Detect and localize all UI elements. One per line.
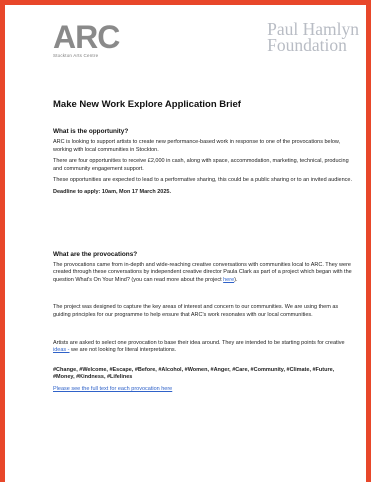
provocations-paragraph-3: Artists are asked to select one provocat… — [53, 340, 353, 355]
provocations-paragraph-1-end: ). — [234, 276, 238, 283]
project-here-link[interactable]: here — [223, 277, 234, 283]
opportunity-paragraph-3: These opportunities are expected to lead… — [53, 177, 353, 184]
provocations-paragraph-1-text: The provocations came from in-depth and … — [53, 261, 352, 283]
deadline-text: Deadline to apply: 10am, Mon 17 March 20… — [53, 188, 171, 195]
arc-logo-wordmark: ARC — [53, 19, 120, 55]
phf-logo-line2: Foundation — [267, 35, 347, 55]
full-text-provocations-link[interactable]: Please see the full text for each provoc… — [53, 386, 172, 392]
document-title: Make New Work Explore Application Brief — [53, 99, 241, 110]
opportunity-heading: What is the opportunity? — [53, 128, 129, 135]
paul-hamlyn-foundation-logo: Paul Hamlyn Foundation — [267, 20, 359, 55]
provocations-paragraph-3-text: Artists are asked to select one provocat… — [53, 339, 345, 346]
provocations-heading: What are the provocations? — [53, 250, 138, 258]
logo-header: ARC Stockton Arts Centre Paul Hamlyn Fou… — [53, 19, 359, 61]
provocations-paragraph-3-end: we are not looking for literal interpret… — [69, 347, 177, 354]
arc-logo: ARC Stockton Arts Centre — [53, 19, 120, 58]
provocations-paragraph-2: The project was designed to capture the … — [53, 304, 339, 318]
opportunity-paragraph-2: There are four opportunities to receive … — [53, 158, 349, 172]
provocation-hashtags: #Change, #Welcome, #Escape, #Before, #Al… — [53, 366, 335, 381]
document-page: ARC Stockton Arts Centre Paul Hamlyn Fou… — [53, 19, 359, 394]
document-frame: ARC Stockton Arts Centre Paul Hamlyn Fou… — [0, 0, 371, 482]
ideas-link[interactable]: ideas - — [53, 347, 70, 353]
provocations-paragraph-1: The provocations came from in-depth and … — [53, 262, 353, 285]
opportunity-paragraph-1: ARC is looking to support artists to cre… — [53, 139, 341, 153]
